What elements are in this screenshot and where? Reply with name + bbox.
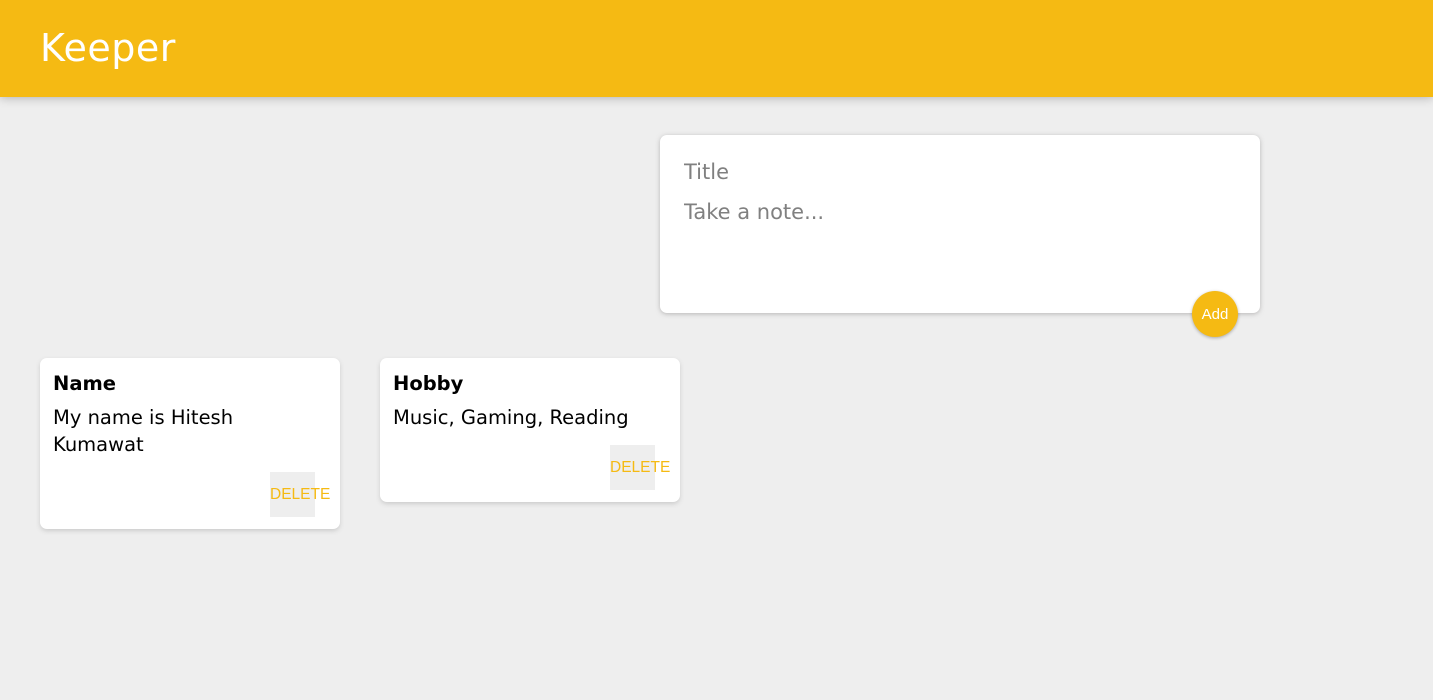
delete-note-button[interactable]: DELETE [270, 472, 330, 517]
add-note-button[interactable]: Add [1192, 291, 1238, 337]
note-content-input[interactable] [684, 197, 1224, 287]
create-note-form: Add [660, 135, 1260, 337]
note-card: Hobby Music, Gaming, Reading DELETE [380, 358, 680, 502]
note-title: Name [53, 372, 117, 395]
note-title-input[interactable] [684, 157, 1224, 187]
app-header: Keeper [0, 0, 1433, 97]
note-title: Hobby [393, 372, 464, 395]
note-content: Music, Gaming, Reading [393, 406, 629, 429]
app-logo: Keeper [40, 26, 176, 70]
note-card: Name My name is Hitesh Kumawat DELETE [40, 358, 340, 529]
note-content: My name is Hitesh Kumawat [53, 406, 234, 456]
delete-note-button[interactable]: DELETE [610, 445, 670, 490]
